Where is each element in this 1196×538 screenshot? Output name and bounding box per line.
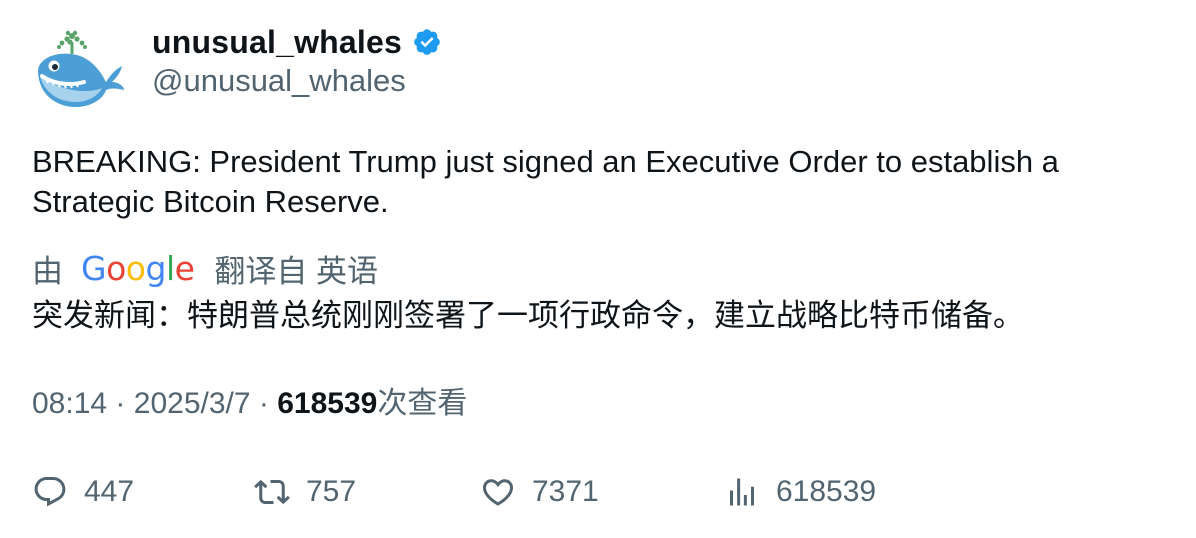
google-logo-letter: g: [145, 248, 166, 288]
translated-text: 突发新闻：特朗普总统刚刚签署了一项行政命令，建立战略比特币储备。: [32, 298, 1024, 333]
views-label: 次查看: [377, 387, 468, 420]
user-handle[interactable]: @unusual_whales: [152, 62, 442, 100]
google-logo-letter: o: [125, 248, 146, 288]
google-logo-letter: o: [106, 248, 126, 288]
tweet-meta: 08:14 · 2025/3/7 · 618539次查看: [32, 384, 467, 424]
like-button[interactable]: 7371: [480, 470, 599, 514]
retweet-button[interactable]: 757: [254, 470, 356, 514]
reply-icon: [34, 477, 66, 507]
google-logo-letter: l: [165, 248, 175, 288]
translation-attribution: 由 Google 翻译自 英语: [32, 246, 378, 290]
reply-button[interactable]: 447: [32, 470, 134, 514]
views-action-count: 618539: [776, 475, 877, 508]
translation-prefix: 由: [32, 253, 63, 289]
tweet-time[interactable]: 08:14: [32, 387, 107, 420]
translation-source-language: 翻译自 英语: [214, 253, 379, 289]
retweet-icon: [254, 479, 290, 505]
name-row: unusual_whales: [152, 22, 442, 62]
author-block: unusual_whales @unusual_whales: [152, 22, 442, 100]
action-bar: 447 757 7371 618539: [32, 470, 1132, 514]
bar-chart-icon: [730, 478, 754, 506]
google-logo-letter: G: [81, 248, 107, 288]
google-logo-letter: e: [174, 248, 195, 288]
views-count: 618539: [277, 387, 378, 420]
whale-avatar-icon[interactable]: [32, 26, 126, 112]
tweet-date[interactable]: 2025/3/7: [134, 387, 251, 420]
tweet-card: unusual_whales @unusual_whales BREAKING:…: [0, 0, 1196, 538]
heart-icon: [482, 479, 514, 506]
reply-count: 447: [84, 475, 135, 508]
like-count: 7371: [532, 475, 599, 508]
tweet-text: BREAKING: President Trump just signed an…: [32, 144, 1059, 219]
retweet-count: 757: [306, 475, 357, 508]
google-logo[interactable]: Google: [81, 248, 195, 288]
verified-badge-icon[interactable]: [412, 27, 442, 57]
views-button[interactable]: 618539: [724, 470, 876, 514]
display-name[interactable]: unusual_whales: [152, 24, 402, 61]
meta-separator: ·: [115, 387, 126, 420]
meta-separator: ·: [258, 387, 269, 420]
